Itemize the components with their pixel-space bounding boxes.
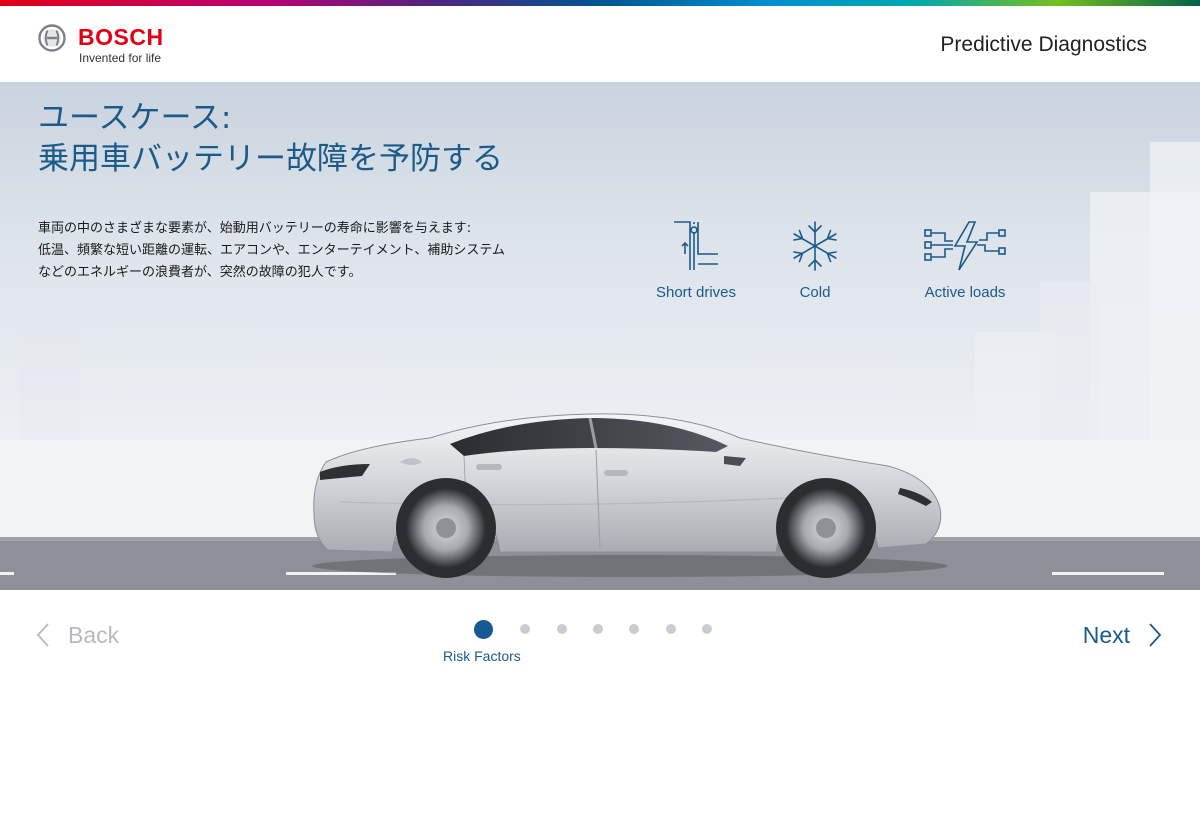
pager-dot-7[interactable] <box>702 624 712 634</box>
pager-dot-6[interactable] <box>666 624 676 634</box>
risk-factor-active-loads: Active loads <box>916 220 1014 301</box>
road-marking <box>1052 572 1164 575</box>
next-button[interactable]: Next <box>1083 620 1162 650</box>
app-header: BOSCH Invented for life Predictive Diagn… <box>0 6 1200 82</box>
page-headline: ユースケース: 乗用車バッテリー故障を予防する <box>38 98 503 180</box>
snowflake-icon <box>793 221 837 271</box>
back-label: Back <box>68 621 120 648</box>
description-line: などのエネルギーの浪費者が、突然の故障の犯人です。 <box>38 265 362 280</box>
road-marking <box>0 572 14 575</box>
description-line: 車両の中のさまざまな要素が、始動用バッテリーの寿命に影響を与えます: <box>38 221 472 236</box>
description-text: 車両の中のさまざまな要素が、始動用バッテリーの寿命に影響を与えます: 低温、頻繁… <box>38 218 558 284</box>
car-illustration <box>312 413 948 578</box>
factor-label: Active loads <box>924 284 1006 301</box>
pager-dot-5[interactable] <box>629 624 639 634</box>
brand-tagline: Invented for life <box>79 51 162 65</box>
current-step-label: Risk Factors <box>443 648 521 664</box>
hero-section: ユースケース: 乗用車バッテリー故障を予防する 車両の中のさまざまな要素が、始動… <box>0 82 1200 590</box>
app-title: Predictive Diagnostics <box>940 33 1147 56</box>
step-pager <box>474 620 734 639</box>
headline-line-1: ユースケース: <box>38 100 232 136</box>
risk-factor-cold: Cold <box>784 220 846 301</box>
factor-label: Cold <box>799 284 831 301</box>
active-loads-icon <box>924 221 1006 271</box>
next-label: Next <box>1082 621 1130 648</box>
short-drives-icon <box>674 221 718 270</box>
pager-dot-3[interactable] <box>557 624 567 634</box>
risk-factor-short-drives: Short drives <box>650 220 742 301</box>
headline-line-2: 乗用車バッテリー故障を予防する <box>38 141 503 177</box>
factor-label: Short drives <box>655 284 737 301</box>
pager-dot-2[interactable] <box>520 624 530 634</box>
pager-dot-1[interactable] <box>474 620 493 639</box>
brand-name: BOSCH <box>78 24 164 50</box>
bosch-armature-icon <box>38 24 66 52</box>
pager-dot-4[interactable] <box>593 624 603 634</box>
bosch-logo: BOSCH Invented for life <box>38 24 218 70</box>
chevron-left-icon <box>36 623 49 647</box>
back-button[interactable]: Back <box>36 620 119 650</box>
chevron-right-icon <box>1149 623 1162 647</box>
description-line: 低温、頻繁な短い距離の運転、エアコンや、エンターテイメント、補助システム <box>38 243 505 258</box>
